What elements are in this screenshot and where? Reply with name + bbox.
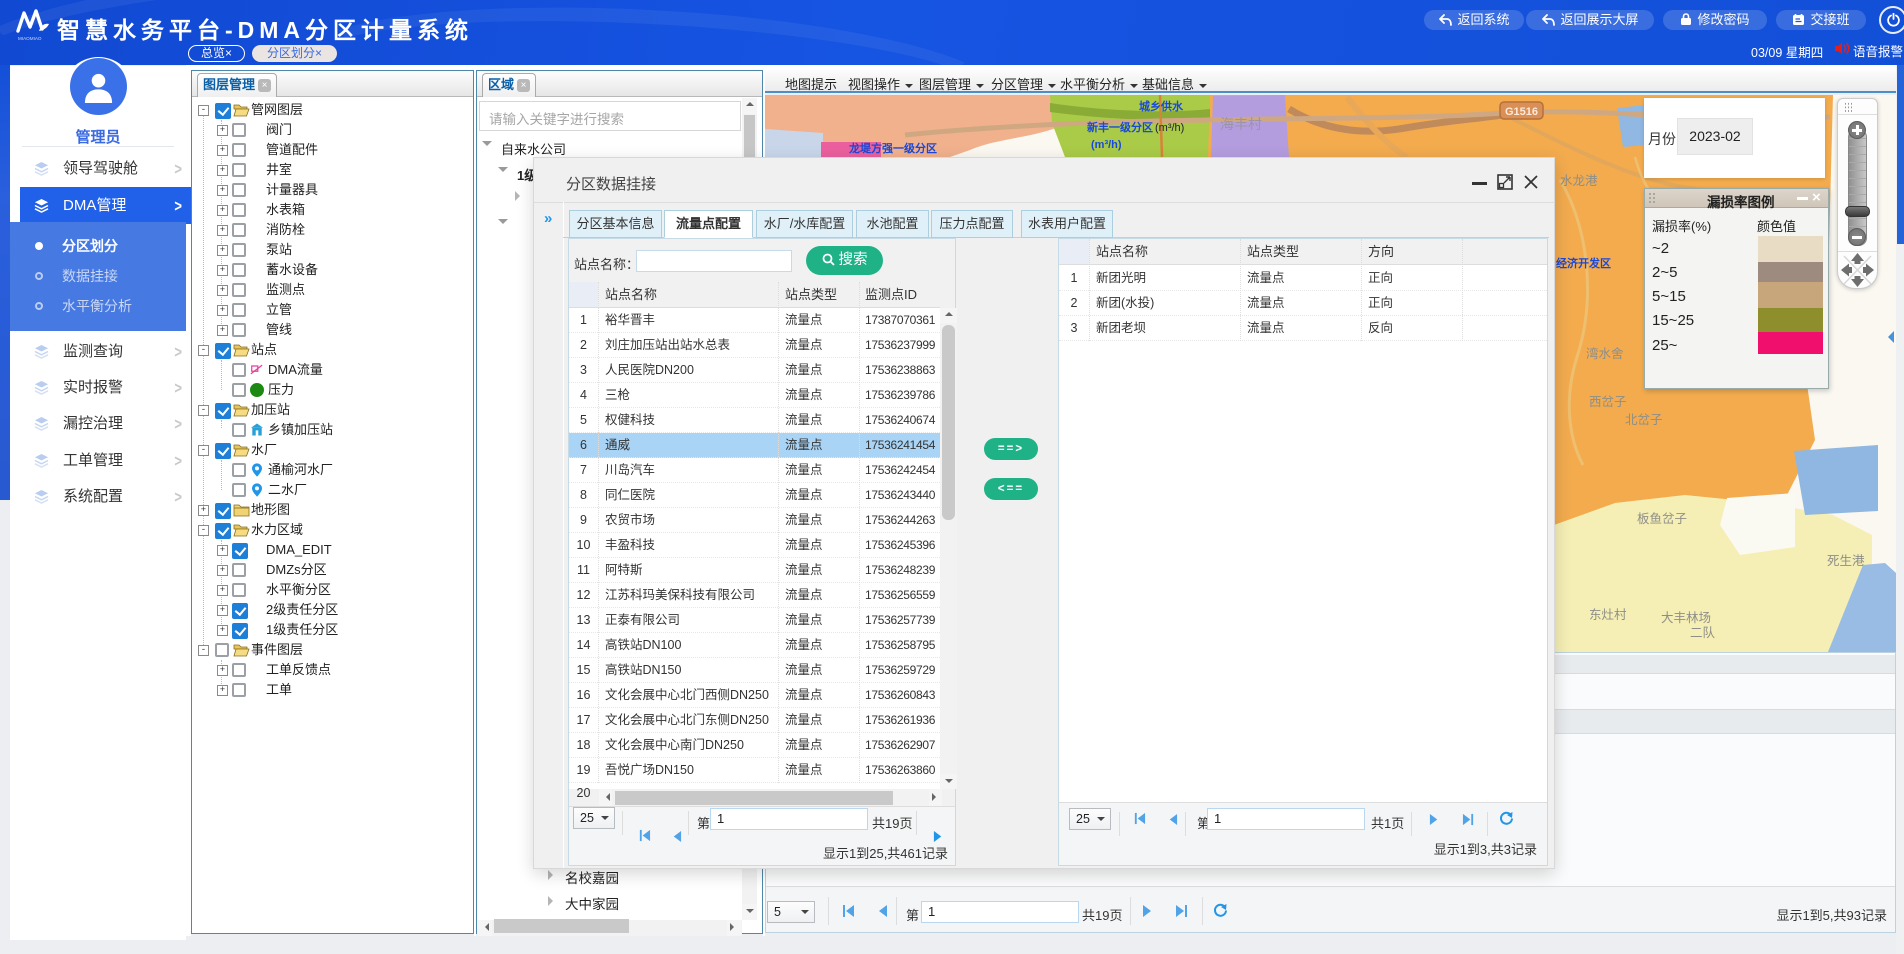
svg-text:东灶村: 东灶村 — [1589, 608, 1627, 622]
svg-text:新丰一级分区: 新丰一级分区 — [1087, 120, 1153, 134]
svg-text:G1516: G1516 — [1505, 106, 1538, 118]
svg-text:板鱼岔子: 板鱼岔子 — [1637, 512, 1687, 526]
svg-text:湾水舍: 湾水舍 — [1586, 346, 1624, 361]
svg-text:MIAOMIAO: MIAOMIAO — [18, 36, 42, 41]
svg-text:经济开发区: 经济开发区 — [1556, 256, 1611, 270]
svg-text:二队: 二队 — [1690, 625, 1716, 640]
svg-text:水龙港: 水龙港 — [1560, 174, 1598, 188]
svg-text:死生港: 死生港 — [1827, 554, 1865, 568]
svg-text:(m³/h): (m³/h) — [1091, 139, 1122, 151]
svg-text:北岔子: 北岔子 — [1625, 413, 1663, 427]
svg-text:大丰林场: 大丰林场 — [1661, 611, 1711, 625]
svg-text:城乡供水: 城乡供水 — [1139, 99, 1184, 113]
svg-text:龙堤方强一级分区: 龙堤方强一级分区 — [848, 141, 937, 155]
svg-text:西岔子: 西岔子 — [1589, 395, 1627, 409]
svg-text:(m³/h): (m³/h) — [1155, 122, 1184, 134]
svg-text:海丰村: 海丰村 — [1220, 116, 1262, 132]
